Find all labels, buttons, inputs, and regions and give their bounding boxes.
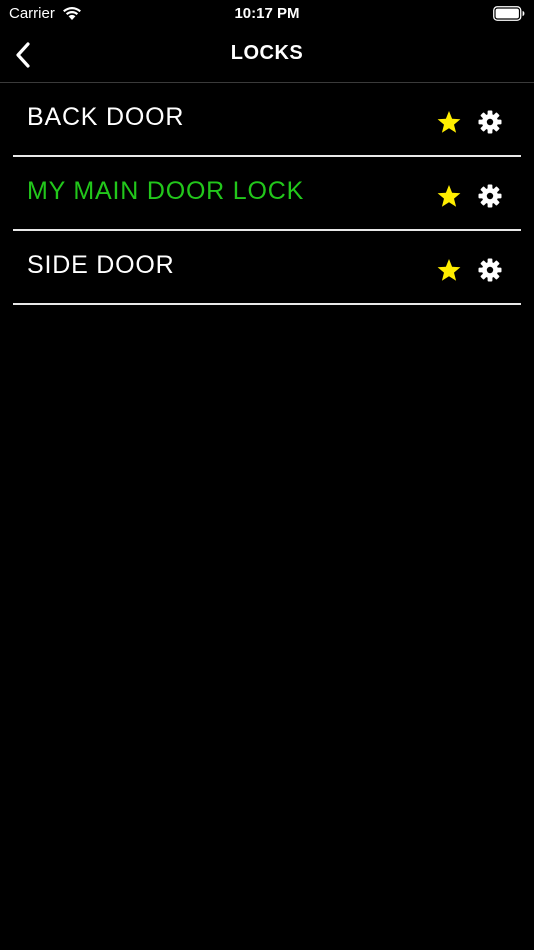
settings-button[interactable]	[477, 109, 503, 135]
navigation-bar: LOCKS	[0, 28, 534, 83]
star-icon	[437, 184, 461, 207]
lock-name-active: MY MAIN DOOR LOCK	[27, 177, 305, 205]
status-time: 10:17 PM	[234, 5, 300, 22]
lock-row-back-door[interactable]: BACK DOOR	[13, 83, 521, 157]
gear-icon	[478, 258, 502, 282]
locks-list: BACK DOOR MY MAIN DOOR LOCK SIDE DOOR	[13, 83, 521, 305]
favorite-button[interactable]	[435, 109, 463, 135]
lock-name: SIDE DOOR	[27, 251, 175, 279]
status-bar: Carrier 10:17 PM	[0, 0, 534, 28]
star-icon	[437, 258, 461, 281]
page-title: LOCKS	[230, 42, 304, 64]
row-actions	[435, 109, 503, 135]
star-icon	[437, 110, 461, 133]
row-actions	[435, 257, 503, 283]
lock-name: BACK DOOR	[27, 103, 185, 131]
settings-button[interactable]	[477, 183, 503, 209]
battery-icon	[493, 6, 525, 21]
favorite-button[interactable]	[435, 183, 463, 209]
settings-button[interactable]	[477, 257, 503, 283]
locks-screen: Carrier 10:17 PM LOCKS BACK DOOR MY MAIN…	[0, 0, 534, 950]
favorite-button[interactable]	[435, 257, 463, 283]
lock-row-side-door[interactable]: SIDE DOOR	[13, 231, 521, 305]
gear-icon	[478, 110, 502, 134]
row-actions	[435, 183, 503, 209]
lock-row-my-main-door-lock[interactable]: MY MAIN DOOR LOCK	[13, 157, 521, 231]
gear-icon	[478, 184, 502, 208]
